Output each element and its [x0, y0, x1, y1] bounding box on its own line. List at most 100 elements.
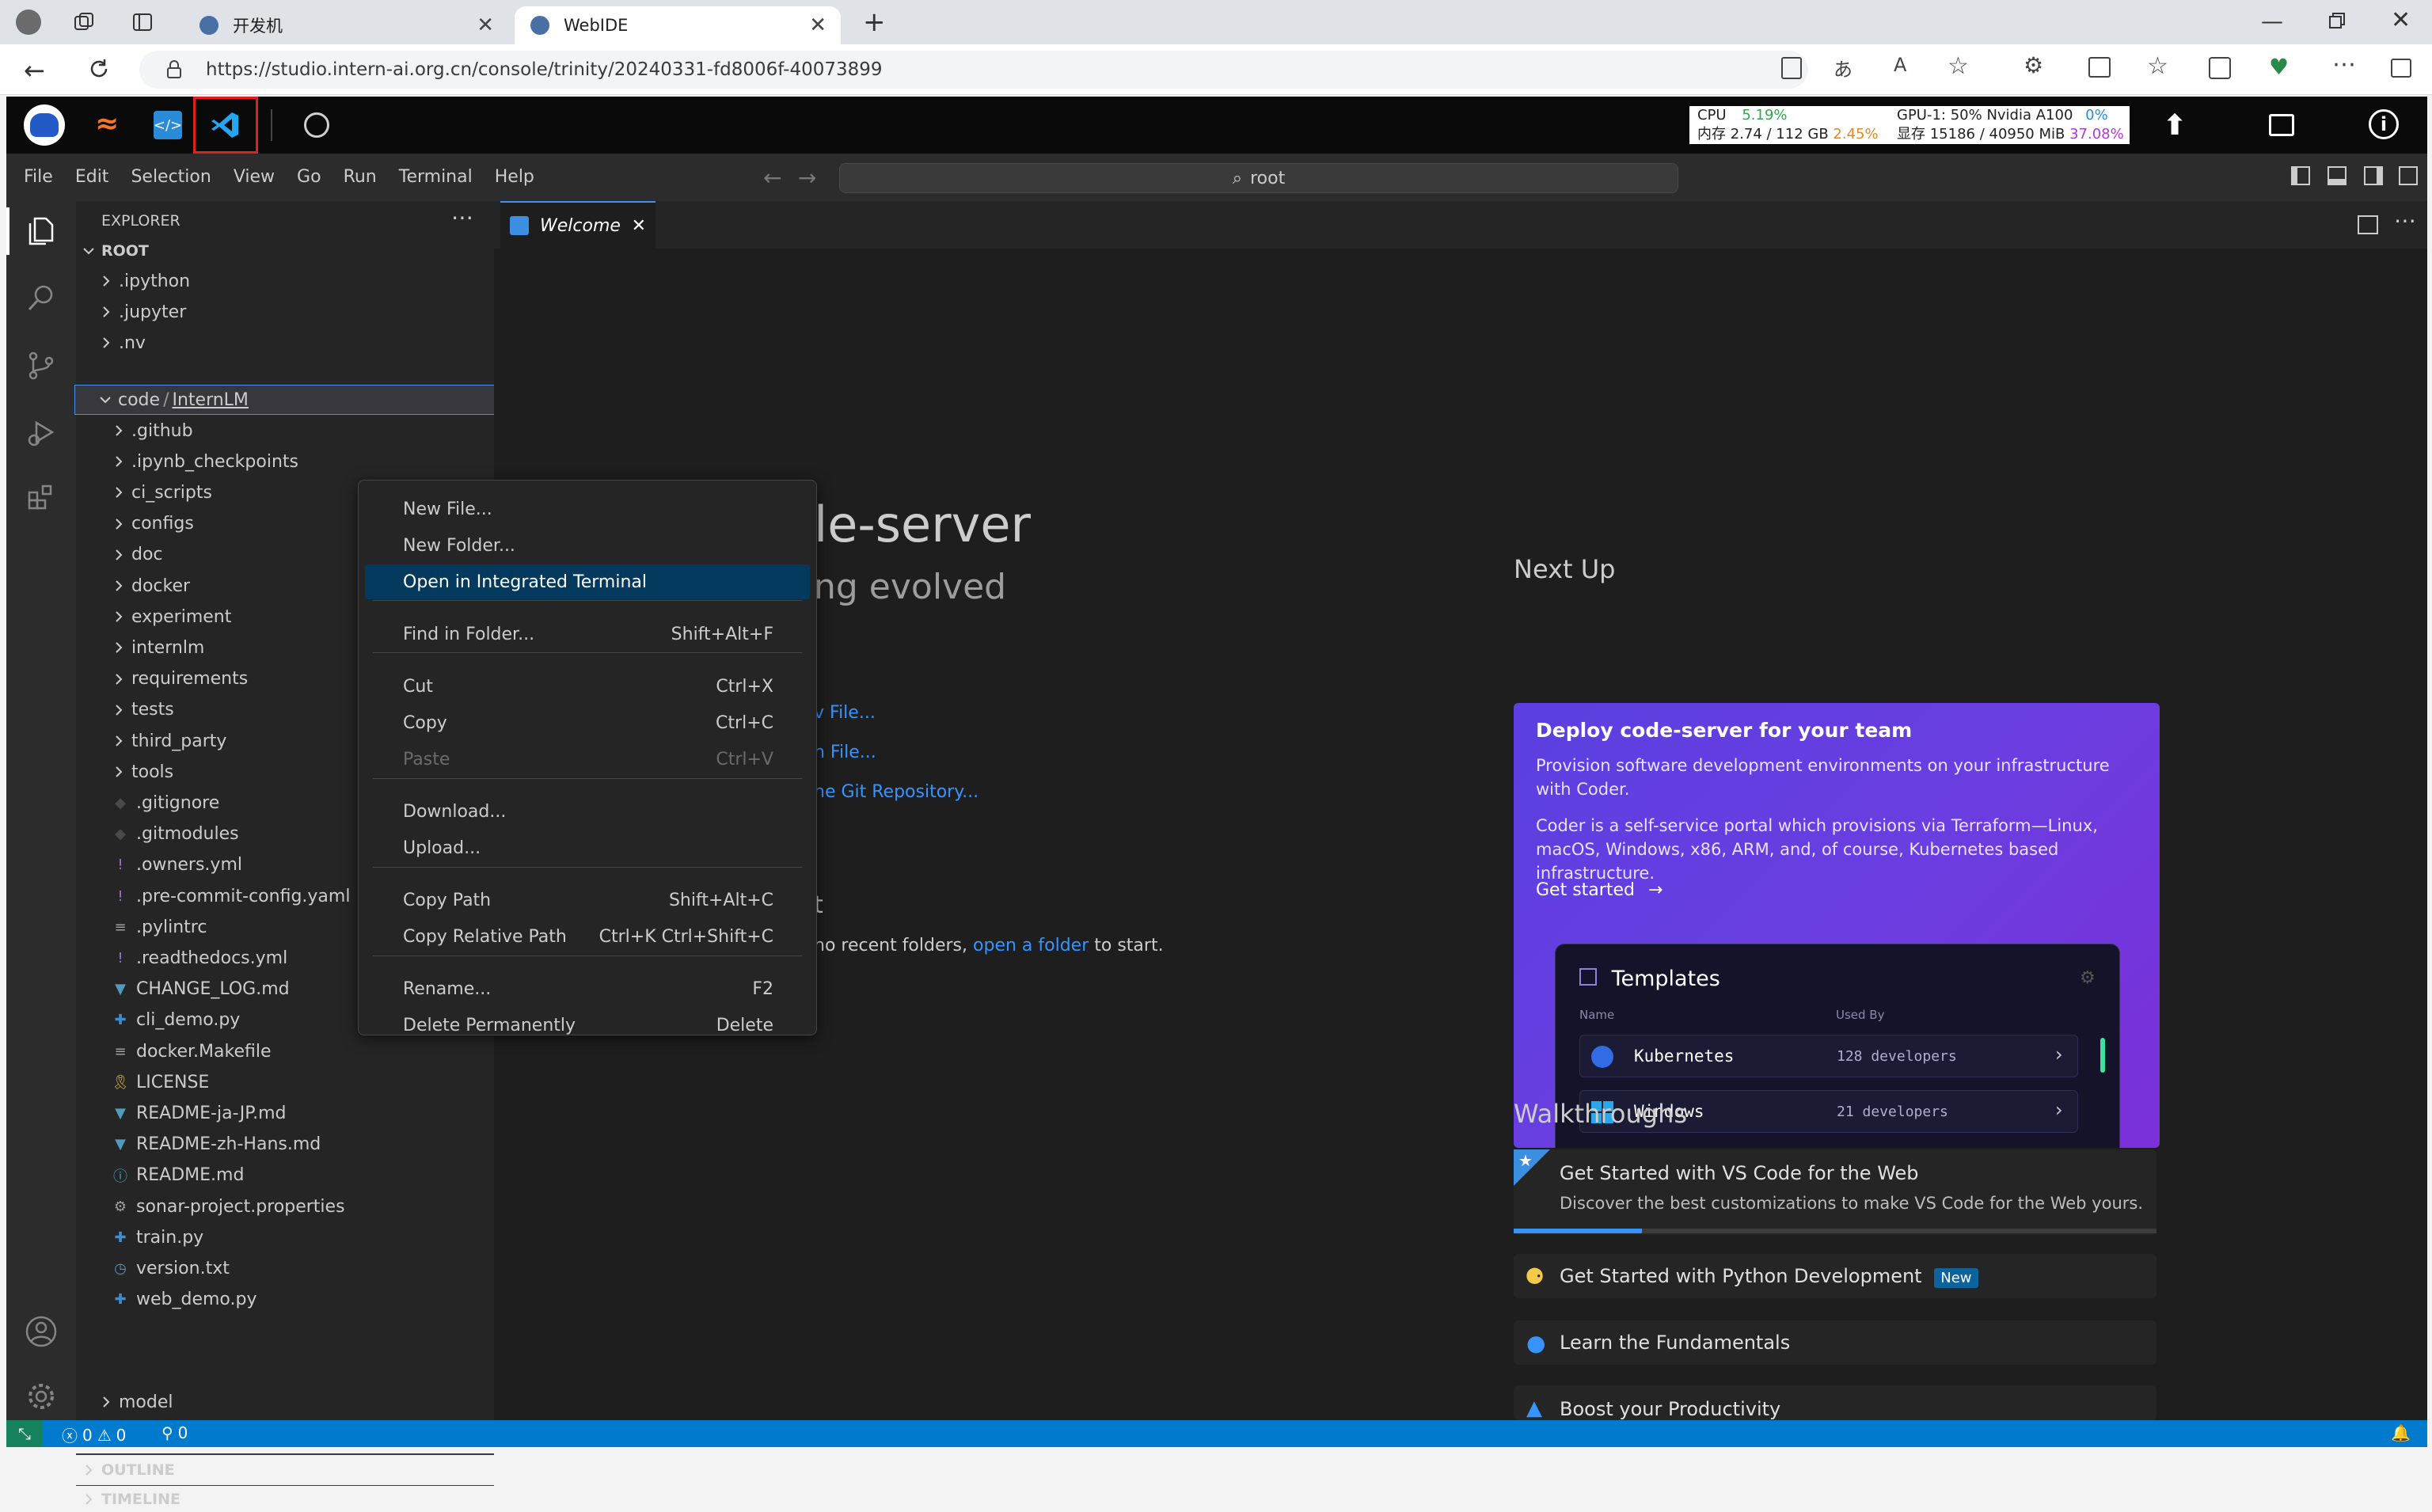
open-folder-link[interactable]: open a folder — [973, 936, 1089, 955]
url-field[interactable]: https://studio.intern-ai.org.cn/console/… — [139, 51, 1808, 89]
tree-file[interactable]: ⚙ sonar-project.properties — [76, 1191, 494, 1221]
intern-logo-icon[interactable] — [24, 104, 65, 146]
jupyter-icon[interactable]: ≈ — [95, 108, 119, 140]
tree-folder[interactable]: .jupyter — [76, 297, 494, 327]
walkthrough-python[interactable]: ⚈ Get Started with Python Development Ne… — [1514, 1254, 2156, 1298]
tree-folder-internlm[interactable]: code / InternLM — [74, 385, 496, 415]
context-menu-item[interactable]: Rename... F2 — [365, 971, 810, 1006]
compass-icon[interactable] — [304, 112, 329, 138]
collections-icon[interactable] — [2209, 57, 2231, 79]
start-link-open-file[interactable]: n File... — [814, 743, 876, 762]
favorite-star-icon[interactable]: ☆ — [1948, 52, 1969, 80]
code-editor-icon[interactable]: </> — [154, 111, 182, 139]
menu-selection[interactable]: Selection — [120, 154, 222, 201]
get-started-link[interactable]: Get started → — [1536, 880, 1662, 900]
toggle-primary-sidebar-icon[interactable] — [2291, 166, 2310, 185]
explorer-icon[interactable] — [17, 207, 65, 255]
split-screen-icon[interactable] — [2088, 57, 2111, 78]
tree-file[interactable]: ▼ README-ja-JP.md — [76, 1098, 494, 1128]
profile-icon[interactable] — [16, 9, 41, 35]
search-icon[interactable] — [17, 274, 65, 321]
notifications-bell-icon[interactable]: 🔔 — [2391, 1423, 2411, 1442]
walkthrough-fundamentals[interactable]: ● Learn the Fundamentals — [1514, 1320, 2156, 1365]
toggle-panel-icon[interactable] — [2328, 166, 2346, 185]
walkthrough-productivity[interactable]: ▲ Boost your Productivity — [1514, 1385, 2156, 1420]
close-icon[interactable]: ✕ — [632, 216, 646, 236]
deploy-coder-card[interactable]: Deploy code-server for your team Provisi… — [1514, 703, 2160, 1148]
menu-help[interactable]: Help — [484, 154, 545, 201]
run-debug-icon[interactable] — [17, 408, 65, 456]
tree-file[interactable]: 🎗 LICENSE — [76, 1067, 494, 1097]
tab-actions-icon[interactable] — [131, 11, 154, 33]
tree-file[interactable]: ✚ web_demo.py — [76, 1285, 494, 1315]
context-menu-item[interactable]: New Folder... — [365, 528, 810, 563]
customize-layout-icon[interactable] — [2399, 166, 2418, 185]
tree-file[interactable]: ▼ README-zh-Hans.md — [76, 1130, 494, 1160]
manage-gear-icon[interactable] — [17, 1373, 65, 1420]
outline-section[interactable]: OUTLINE — [76, 1457, 494, 1484]
restore-button[interactable] — [2328, 11, 2346, 30]
more-icon[interactable]: ⋯ — [2332, 51, 2356, 78]
context-menu-item[interactable]: Download... — [365, 794, 810, 829]
remote-icon[interactable]: ⤡ — [6, 1420, 43, 1447]
menu-terminal[interactable]: Terminal — [388, 154, 484, 201]
workspaces-icon[interactable] — [73, 11, 95, 33]
context-menu-item[interactable]: Find in Folder... Shift+Alt+F — [365, 617, 810, 652]
tree-root[interactable]: ROOT — [76, 236, 494, 266]
context-menu-item[interactable]: Copy Relative Path Ctrl+K Ctrl+Shift+C — [365, 919, 810, 954]
ports-indicator[interactable]: ⚲ 0 — [162, 1423, 188, 1442]
context-menu-item[interactable]: Copy Ctrl+C — [365, 705, 810, 740]
editor-more-icon[interactable]: ⋯ — [2394, 207, 2416, 234]
problems-indicator[interactable]: ⓧ 0 ⚠ 0 — [62, 1423, 126, 1446]
context-menu-item[interactable]: Cut Ctrl+X — [365, 669, 810, 704]
info-icon[interactable]: i — [2369, 109, 2399, 139]
menu-view[interactable]: View — [222, 154, 286, 201]
back-icon[interactable]: ← — [24, 55, 45, 85]
explorer-more-icon[interactable]: ⋯ — [451, 204, 473, 230]
toggle-secondary-sidebar-icon[interactable] — [2364, 166, 2383, 185]
context-menu-item[interactable]: New File... — [365, 492, 810, 526]
refresh-icon[interactable] — [87, 57, 111, 81]
split-editor-icon[interactable] — [2358, 215, 2378, 234]
browser-essentials-icon[interactable]: ♥ — [2269, 54, 2289, 80]
favorites-icon[interactable]: ☆ — [2147, 52, 2168, 80]
vscode-icon[interactable] — [193, 97, 258, 154]
tensorflow-icon[interactable]: ⬆ — [2163, 109, 2187, 142]
minimize-button[interactable]: — — [2261, 8, 2283, 34]
monitor-icon[interactable] — [2269, 114, 2294, 136]
tree-folder[interactable]: .nv — [76, 328, 494, 358]
menu-go[interactable]: Go — [286, 154, 332, 201]
command-center-search[interactable]: ⌕ root — [839, 163, 1678, 193]
tab-welcome[interactable]: Welcome ✕ — [500, 201, 656, 249]
timeline-section[interactable]: TIMELINE — [76, 1485, 494, 1512]
new-tab-button[interactable]: + — [863, 6, 886, 38]
nav-forward-icon[interactable]: → — [798, 165, 816, 191]
tree-file[interactable]: ⓘ README.md — [76, 1161, 494, 1191]
tree-file[interactable]: ◷ version.txt — [76, 1253, 494, 1283]
context-menu-item[interactable]: Upload... — [365, 830, 810, 865]
context-menu-item[interactable]: Delete Permanently Delete — [365, 1008, 810, 1043]
translate-icon[interactable]: あ — [1834, 54, 1852, 82]
start-link-new-file[interactable]: v File... — [814, 703, 876, 723]
context-menu-item[interactable]: Open in Integrated Terminal — [365, 564, 810, 599]
account-icon[interactable] — [17, 1308, 65, 1355]
close-window-button[interactable]: ✕ — [2391, 6, 2411, 34]
reader-icon[interactable] — [1781, 57, 1802, 79]
menu-run[interactable]: Run — [332, 154, 388, 201]
sidebar-toggle-icon[interactable] — [2391, 59, 2411, 78]
walkthrough-vscode-web[interactable]: ★ Get Started with VS Code for the Web D… — [1514, 1149, 2156, 1235]
context-menu-item[interactable]: Copy Path Shift+Alt+C — [365, 883, 810, 917]
close-tab-icon[interactable]: ✕ — [477, 13, 494, 37]
browser-tab-kaifaji[interactable]: 开发机 ✕ — [184, 6, 508, 44]
start-link-clone-repo[interactable]: he Git Repository... — [814, 782, 978, 802]
tree-folder[interactable]: .github — [76, 416, 494, 446]
menu-file[interactable]: File — [13, 154, 64, 201]
menu-edit[interactable]: Edit — [64, 154, 120, 201]
extensions-icon[interactable] — [17, 473, 65, 521]
nav-back-icon[interactable]: ← — [763, 165, 781, 191]
browser-tab-webide[interactable]: WebIDE ✕ — [515, 6, 841, 44]
extensions-icon[interactable]: ⚙ — [2024, 52, 2043, 78]
tree-folder[interactable]: .ipynb_checkpoints — [76, 446, 494, 477]
tree-file[interactable]: ✚ train.py — [76, 1222, 494, 1252]
close-tab-icon[interactable]: ✕ — [809, 13, 826, 37]
